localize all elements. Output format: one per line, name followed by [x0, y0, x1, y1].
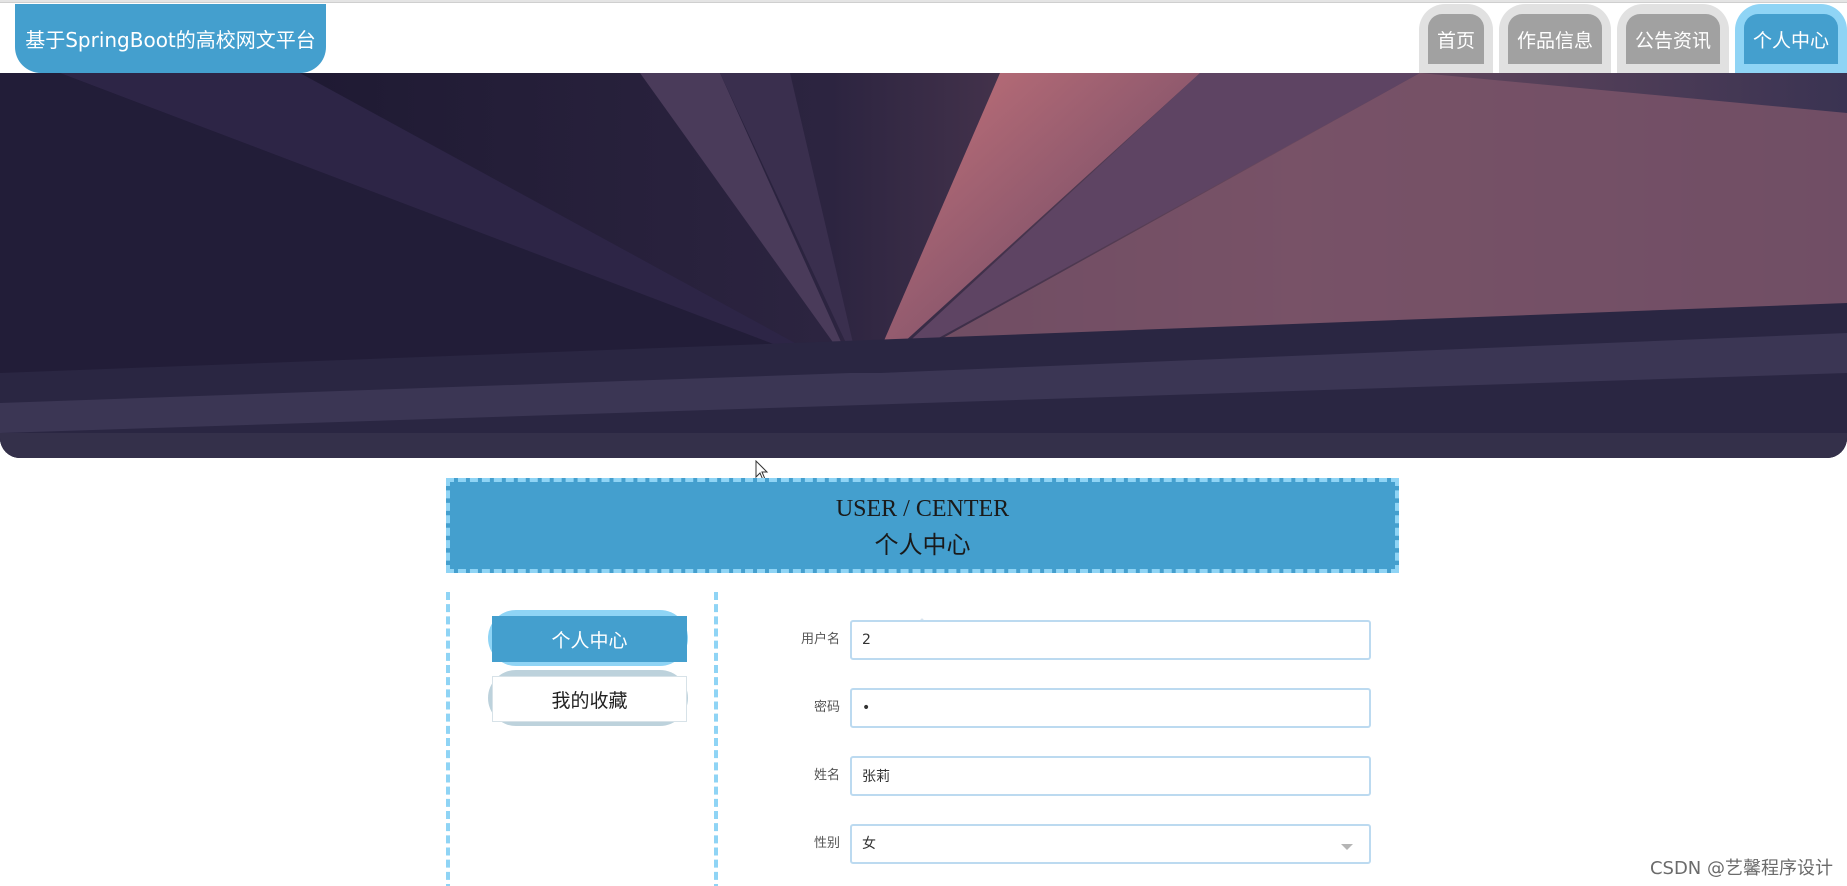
watermark: CSDN @艺馨程序设计: [1649, 858, 1833, 879]
site-logo-title[interactable]: 基于SpringBoot的高校网文平台: [15, 4, 326, 73]
nav-news-label: 公告资讯: [1625, 14, 1720, 64]
sidebar-item-label: 个人中心: [492, 616, 687, 662]
section-title-en: USER / CENTER: [835, 496, 1010, 522]
sidebar-item-favorites[interactable]: 我的收藏: [488, 670, 688, 726]
nav-works[interactable]: 作品信息: [1498, 4, 1611, 73]
password-label: 密码: [813, 700, 840, 715]
name-label: 姓名: [813, 768, 840, 783]
banner-book-image: [0, 73, 1847, 458]
name-input[interactable]: [850, 756, 1371, 796]
nav-home[interactable]: 首页: [1418, 4, 1493, 73]
nav-home-label: 首页: [1427, 14, 1484, 64]
form-row-username: 用户名: [760, 618, 1380, 662]
gender-select-value: 女: [862, 836, 876, 852]
password-input[interactable]: [850, 688, 1371, 728]
user-sidebar: 个人中心 我的收藏: [446, 592, 718, 886]
nav-user-center[interactable]: 个人中心: [1734, 4, 1847, 73]
gender-label: 性别: [813, 836, 840, 851]
hero-banner[interactable]: [0, 73, 1847, 458]
chevron-down-icon: [1341, 844, 1353, 850]
main-nav: 首页 作品信息 公告资讯 个人中心: [1413, 4, 1847, 73]
section-title-cn: 个人中心: [874, 531, 971, 559]
nav-user-center-label: 个人中心: [1743, 14, 1838, 64]
username-label: 用户名: [800, 632, 840, 647]
form-row-name: 姓名: [760, 754, 1380, 798]
username-input[interactable]: [850, 620, 1371, 660]
top-border: [0, 0, 1847, 3]
form-row-gender: 性别 女: [760, 822, 1380, 866]
sidebar-item-user-center[interactable]: 个人中心: [488, 610, 688, 666]
sidebar-item-label: 我的收藏: [492, 676, 687, 722]
form-row-password: 密码: [760, 686, 1380, 730]
nav-news[interactable]: 公告资讯: [1616, 4, 1729, 73]
nav-works-label: 作品信息: [1507, 14, 1602, 64]
gender-select[interactable]: 女: [850, 824, 1371, 864]
section-header: USER / CENTER 个人中心: [446, 478, 1399, 573]
